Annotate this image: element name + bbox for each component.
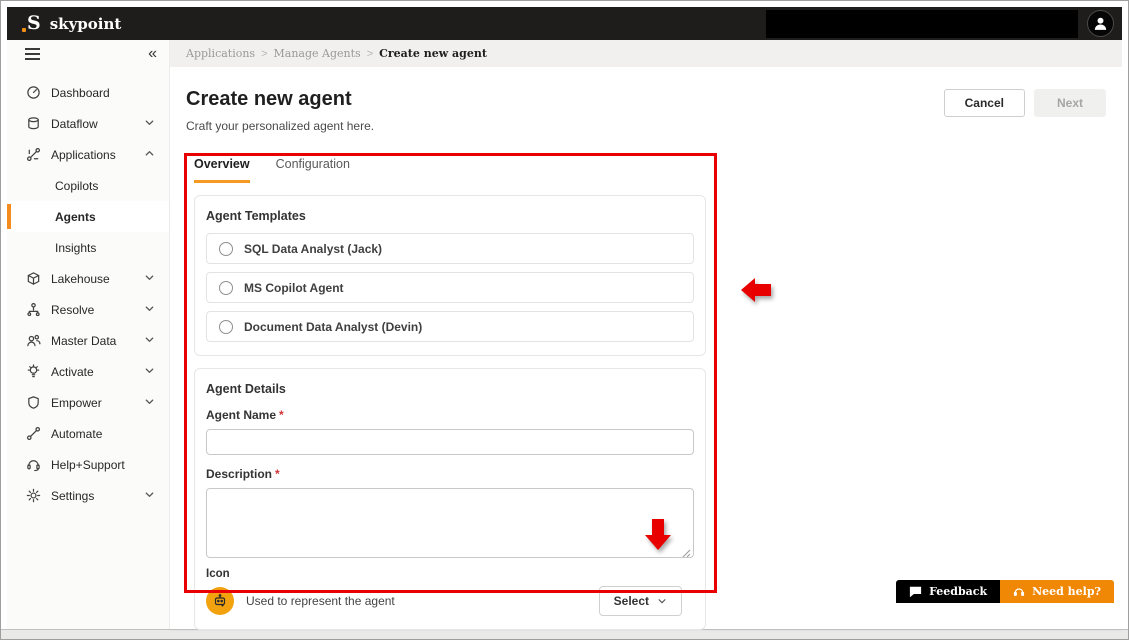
- speech-bubble-icon: [909, 586, 922, 598]
- sidebar-nav: Dashboard Dataflow Applications: [7, 67, 169, 511]
- chevron-down-icon: [144, 365, 155, 379]
- chevron-down-icon: [144, 489, 155, 503]
- sidebar: « Dashboard Dataflow: [7, 40, 170, 629]
- icon-label: Icon: [206, 568, 694, 580]
- applications-icon: [25, 147, 41, 163]
- radio-icon[interactable]: [219, 242, 233, 256]
- chevron-up-icon: [144, 148, 155, 162]
- sidebar-item-empower[interactable]: Empower: [7, 387, 169, 418]
- sidebar-item-dataflow[interactable]: Dataflow: [7, 108, 169, 139]
- required-asterisk: *: [275, 467, 280, 481]
- description-label: Description*: [206, 467, 694, 481]
- sidebar-item-automate[interactable]: Automate: [7, 418, 169, 449]
- agent-name-input[interactable]: [206, 429, 694, 455]
- person-icon: [1092, 15, 1109, 32]
- breadcrumb-current: Create new agent: [379, 47, 487, 60]
- sidebar-item-activate[interactable]: Activate: [7, 356, 169, 387]
- breadcrumb: Applications > Manage Agents > Create ne…: [170, 40, 1122, 67]
- sidebar-item-applications[interactable]: Applications: [7, 139, 169, 170]
- dashboard-icon: [25, 85, 41, 101]
- agent-robot-icon: [206, 587, 234, 615]
- sidebar-item-insights[interactable]: Insights: [7, 232, 169, 263]
- template-option-ms-copilot-agent[interactable]: MS Copilot Agent: [206, 272, 694, 303]
- sidebar-item-lakehouse[interactable]: Lakehouse: [7, 263, 169, 294]
- description-input[interactable]: [206, 488, 694, 558]
- shield-icon: [25, 395, 41, 411]
- footer: Copyright © 2025Skypoint. All rights res…: [170, 630, 1122, 640]
- chevron-down-icon: [144, 334, 155, 348]
- breadcrumb-separator: >: [367, 48, 373, 60]
- logo-letter: S: [27, 14, 41, 33]
- page-subtitle: Craft your personalized agent here.: [186, 119, 1106, 133]
- redacted-area: [766, 10, 1078, 38]
- content-area: Create new agent Craft your personalized…: [170, 67, 1122, 630]
- gear-icon: [25, 488, 41, 504]
- sidebar-item-agents[interactable]: Agents: [7, 201, 169, 232]
- skypoint-logo[interactable]: S skypoint: [27, 14, 121, 33]
- radio-icon[interactable]: [219, 320, 233, 334]
- database-icon: [25, 116, 41, 132]
- chevron-down-icon: [144, 117, 155, 131]
- sidebar-item-master-data[interactable]: Master Data: [7, 325, 169, 356]
- need-help-button[interactable]: Need help?: [1000, 580, 1114, 603]
- chevron-down-icon: [144, 303, 155, 317]
- merge-icon: [25, 302, 41, 318]
- collapse-sidebar-icon[interactable]: «: [148, 46, 157, 62]
- radio-icon[interactable]: [219, 281, 233, 295]
- automate-icon: [25, 426, 41, 442]
- agent-details-card: Agent Details Agent Name* Description*: [194, 368, 706, 630]
- icon-select-button[interactable]: Select: [599, 586, 682, 616]
- app-window: S skypoint «: [0, 0, 1129, 640]
- menu-icon[interactable]: [25, 48, 40, 60]
- feedback-button[interactable]: Feedback: [896, 580, 1000, 603]
- create-agent-form: Overview Configuration Agent Templates S…: [194, 157, 706, 630]
- breadcrumb-manage-agents[interactable]: Manage Agents: [274, 47, 361, 60]
- sidebar-item-dashboard[interactable]: Dashboard: [7, 77, 169, 108]
- sidebar-item-resolve[interactable]: Resolve: [7, 294, 169, 325]
- top-bar: S skypoint: [7, 7, 1122, 40]
- breadcrumb-separator: >: [261, 48, 267, 60]
- headset-icon: [1013, 586, 1025, 598]
- people-icon: [25, 333, 41, 349]
- tab-overview[interactable]: Overview: [194, 157, 250, 183]
- chevron-down-icon: [657, 596, 667, 606]
- icon-help-text: Used to represent the agent: [246, 594, 587, 608]
- next-button[interactable]: Next: [1034, 89, 1106, 117]
- sidebar-item-settings[interactable]: Settings: [7, 480, 169, 511]
- cube-icon: [25, 271, 41, 287]
- agent-templates-heading: Agent Templates: [206, 209, 694, 223]
- chevron-down-icon: [144, 272, 155, 286]
- user-avatar[interactable]: [1087, 10, 1114, 37]
- tab-configuration[interactable]: Configuration: [276, 157, 350, 183]
- agent-name-label: Agent Name*: [206, 408, 694, 422]
- cancel-button[interactable]: Cancel: [944, 89, 1025, 117]
- chevron-down-icon: [144, 396, 155, 410]
- resize-handle-icon[interactable]: [682, 545, 691, 554]
- template-option-sql-data-analyst[interactable]: SQL Data Analyst (Jack): [206, 233, 694, 264]
- lightbulb-icon: [25, 364, 41, 380]
- agent-details-heading: Agent Details: [206, 382, 694, 396]
- required-asterisk: *: [279, 408, 284, 422]
- template-option-document-data-analyst[interactable]: Document Data Analyst (Devin): [206, 311, 694, 342]
- agent-templates-card: Agent Templates SQL Data Analyst (Jack) …: [194, 195, 706, 356]
- sidebar-item-copilots[interactable]: Copilots: [7, 170, 169, 201]
- brand-name: skypoint: [50, 15, 122, 33]
- headset-icon: [25, 457, 41, 473]
- tab-bar: Overview Configuration: [194, 157, 706, 183]
- sidebar-item-help-support[interactable]: Help+Support: [7, 449, 169, 480]
- breadcrumb-applications[interactable]: Applications: [186, 47, 255, 60]
